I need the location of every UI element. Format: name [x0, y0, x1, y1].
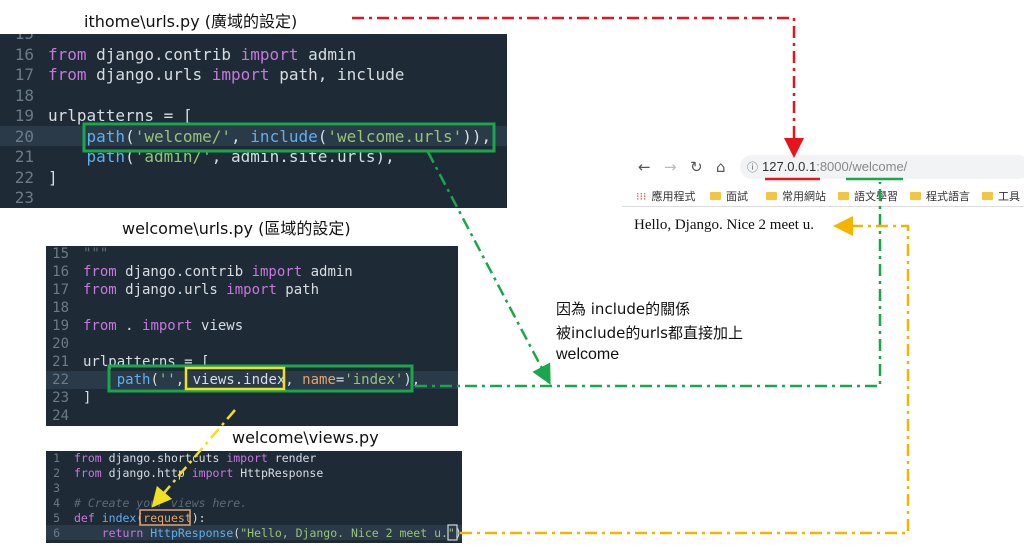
path-highlight-box	[107, 364, 414, 393]
red-connector-arrow	[352, 16, 804, 158]
green-include-arrow	[426, 151, 551, 385]
return-highlight-box	[447, 524, 458, 541]
orange-response-arrow	[460, 216, 910, 535]
include-highlight-box	[82, 122, 496, 153]
annotation-overlay	[82, 16, 910, 541]
views-index-highlight-box	[184, 366, 286, 391]
yellow-index-arrow	[151, 409, 236, 508]
request-highlight-box	[139, 509, 191, 526]
green-path-connector	[415, 182, 882, 388]
